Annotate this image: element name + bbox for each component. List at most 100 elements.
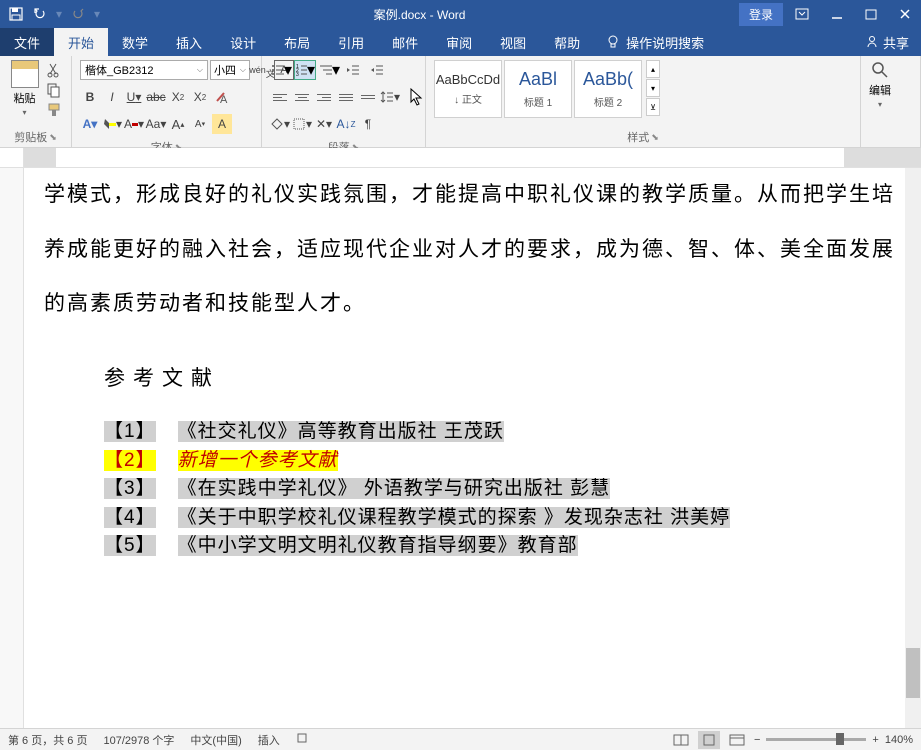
increase-indent-button[interactable] — [366, 60, 388, 80]
format-painter-icon[interactable] — [45, 102, 63, 118]
save-icon[interactable] — [8, 6, 24, 22]
paste-button[interactable]: 粘贴 ▾ — [8, 60, 41, 117]
underline-button[interactable]: U▾ — [124, 87, 144, 107]
scroll-thumb[interactable] — [906, 648, 920, 698]
shrink-font-button[interactable]: A▾ — [190, 114, 210, 134]
bullet-list-button[interactable]: ▾ — [270, 60, 292, 80]
ribbon-options-icon[interactable] — [785, 0, 819, 28]
menu-view[interactable]: 视图 — [486, 28, 540, 56]
ribbon: 粘贴 ▾ 剪贴板⬊ 楷体_GB2312⌵ 小四⌵ wén文 A B I U▾ — [0, 56, 921, 148]
page-indicator[interactable]: 第 6 页，共 6 页 — [8, 732, 87, 748]
sort-button[interactable]: A↓Z — [336, 114, 356, 134]
undo-icon[interactable] — [32, 6, 48, 22]
styles-group: AaBbCcDd ↓ 正文 AaBl 标题 1 AaBb( 标题 2 ▴ ▾ ⊻ — [426, 56, 861, 147]
asian-layout-button[interactable]: ✕▾ — [314, 114, 334, 134]
style-expand[interactable]: ⊻ — [646, 98, 660, 116]
align-justify-button[interactable] — [336, 87, 356, 107]
menu-math[interactable]: 数学 — [108, 28, 162, 56]
reference-item: 【2】新增一个参考文献 — [104, 447, 901, 476]
superscript-button[interactable]: X2 — [190, 87, 210, 107]
show-marks-button[interactable]: ¶ — [358, 114, 378, 134]
style-normal[interactable]: AaBbCcDd ↓ 正文 — [434, 60, 502, 118]
close-icon[interactable] — [889, 0, 921, 28]
align-distributed-button[interactable] — [358, 87, 378, 107]
reference-item: 【5】《中小学文明文明礼仪教育指导纲要》教育部 — [104, 532, 901, 561]
align-left-button[interactable] — [270, 87, 290, 107]
maximize-icon[interactable] — [855, 0, 887, 28]
style-scroll-down[interactable]: ▾ — [646, 79, 660, 97]
cut-icon[interactable] — [45, 62, 63, 78]
language-indicator[interactable]: 中文(中国) — [190, 732, 241, 748]
minimize-icon[interactable] — [821, 0, 853, 28]
reference-item: 【1】《社交礼仪》高等教育出版社 王茂跃 — [104, 418, 901, 447]
menu-mailings[interactable]: 邮件 — [378, 28, 432, 56]
redo-icon[interactable] — [70, 6, 86, 22]
search-placeholder: 操作说明搜索 — [626, 33, 704, 52]
shading-button[interactable]: ▾ — [270, 114, 290, 134]
references-heading: 参考文献 — [104, 352, 901, 407]
subscript-button[interactable]: X2 — [168, 87, 188, 107]
line-spacing-button[interactable]: ▾ — [380, 87, 400, 107]
decrease-indent-button[interactable] — [342, 60, 364, 80]
menu-references[interactable]: 引用 — [324, 28, 378, 56]
font-group: 楷体_GB2312⌵ 小四⌵ wén文 A B I U▾ abc X2 X2 A… — [72, 56, 262, 147]
number-list-button[interactable]: 123▾ — [294, 60, 316, 80]
char-scale-button[interactable]: Aa▾ — [146, 114, 166, 134]
align-center-button[interactable] — [292, 87, 312, 107]
status-bar: 第 6 页，共 6 页 107/2978 个字 中文(中国) 插入 − + 14… — [0, 728, 921, 750]
zoom-out-button[interactable]: − — [754, 734, 760, 746]
copy-icon[interactable] — [45, 82, 63, 98]
page-view[interactable]: 学模式，形成良好的礼仪实践氛围，才能提高中职礼仪课的教学质量。从而把学生培养成能… — [24, 168, 921, 730]
font-name-select[interactable]: 楷体_GB2312⌵ — [80, 60, 208, 80]
menu-review[interactable]: 审阅 — [432, 28, 486, 56]
print-layout-button[interactable] — [698, 731, 720, 749]
horizontal-ruler[interactable] — [0, 148, 921, 168]
strikethrough-button[interactable]: abc — [146, 87, 166, 107]
reference-item: 【3】《在实践中学礼仪》 外语教学与研究出版社 彭慧 — [104, 475, 901, 504]
login-button[interactable]: 登录 — [739, 3, 783, 26]
menu-file[interactable]: 文件 — [0, 28, 54, 56]
clipboard-expand-icon[interactable]: ⬊ — [49, 132, 57, 143]
multilevel-list-button[interactable]: ▾ — [318, 60, 340, 80]
read-mode-button[interactable] — [670, 731, 692, 749]
menu-bar: 文件 开始 数学 插入 设计 布局 引用 邮件 审阅 视图 帮助 操作说明搜索 … — [0, 28, 921, 56]
share-button[interactable]: 共享 — [865, 33, 909, 52]
web-layout-button[interactable] — [726, 731, 748, 749]
paste-icon — [11, 60, 39, 88]
italic-button[interactable]: I — [102, 87, 122, 107]
menu-home[interactable]: 开始 — [54, 28, 108, 56]
macro-indicator[interactable] — [296, 732, 308, 747]
styles-expand-icon[interactable]: ⬊ — [651, 132, 659, 143]
font-size-select[interactable]: 小四⌵ — [210, 60, 250, 80]
tell-me-search[interactable]: 操作说明搜索 — [594, 33, 716, 52]
menu-design[interactable]: 设计 — [216, 28, 270, 56]
zoom-in-button[interactable]: + — [872, 734, 878, 746]
menu-insert[interactable]: 插入 — [162, 28, 216, 56]
vertical-ruler[interactable] — [0, 168, 24, 730]
vertical-scrollbar[interactable] — [905, 168, 921, 730]
search-icon — [870, 60, 890, 80]
svg-text:3: 3 — [296, 72, 299, 77]
enclose-char-button[interactable]: A — [212, 114, 232, 134]
text-effects-button[interactable]: A▾ — [80, 114, 100, 134]
word-count[interactable]: 107/2978 个字 — [103, 732, 174, 748]
borders-button[interactable]: ▾ — [292, 114, 312, 134]
style-scroll-up[interactable]: ▴ — [646, 60, 660, 78]
align-right-button[interactable] — [314, 87, 334, 107]
clear-format-button[interactable]: A — [212, 87, 232, 107]
lightbulb-icon — [606, 35, 620, 49]
style-heading1[interactable]: AaBl 标题 1 — [504, 60, 572, 118]
style-heading2[interactable]: AaBb( 标题 2 — [574, 60, 642, 118]
insert-mode[interactable]: 插入 — [258, 732, 280, 748]
zoom-slider[interactable] — [766, 738, 866, 741]
body-paragraph: 学模式，形成良好的礼仪实践氛围，才能提高中职礼仪课的教学质量。从而把学生培养成能… — [44, 168, 901, 332]
document-title: 案例.docx - Word — [100, 6, 739, 23]
font-color-button[interactable]: A▾ — [124, 114, 144, 134]
menu-help[interactable]: 帮助 — [540, 28, 594, 56]
grow-font-button[interactable]: A▴ — [168, 114, 188, 134]
menu-layout[interactable]: 布局 — [270, 28, 324, 56]
zoom-level[interactable]: 140% — [885, 734, 913, 746]
bold-button[interactable]: B — [80, 87, 100, 107]
find-button[interactable]: 编辑 ▾ — [869, 60, 891, 109]
highlight-button[interactable]: ▾ — [102, 114, 122, 134]
